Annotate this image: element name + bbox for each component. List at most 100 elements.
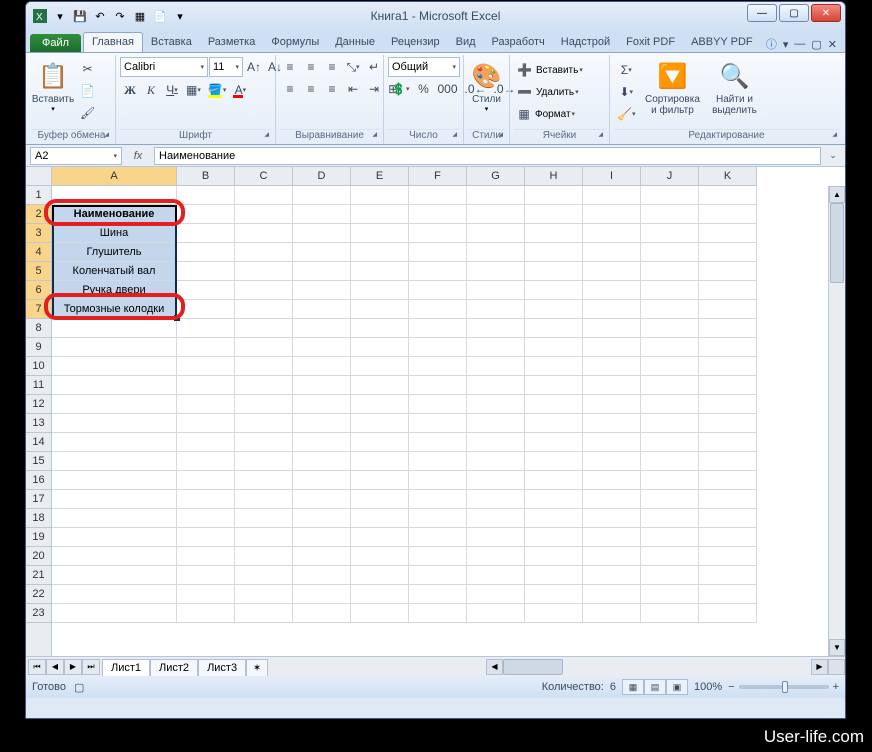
tab-abbyy[interactable]: ABBYY PDF — [683, 33, 761, 52]
cell[interactable] — [641, 433, 699, 452]
col-header-B[interactable]: B — [177, 167, 235, 185]
row-header[interactable]: 2 — [26, 205, 51, 224]
cell[interactable] — [235, 509, 293, 528]
cell[interactable] — [409, 262, 467, 281]
cell[interactable] — [409, 205, 467, 224]
tab-data[interactable]: Данные — [327, 33, 383, 52]
underline-button[interactable]: Ч▾ — [162, 80, 182, 100]
decrease-indent-icon[interactable]: ⇤ — [343, 79, 363, 99]
cell[interactable] — [467, 224, 525, 243]
find-select-button[interactable]: 🔍 Найти и выделить — [706, 57, 762, 125]
cell[interactable] — [177, 300, 235, 319]
row-header[interactable]: 14 — [26, 433, 51, 452]
cell[interactable] — [525, 604, 583, 623]
tab-review[interactable]: Рецензир — [383, 33, 448, 52]
align-center-icon[interactable]: ≡ — [301, 79, 321, 99]
cell[interactable] — [409, 528, 467, 547]
cell[interactable] — [525, 509, 583, 528]
cell[interactable] — [641, 490, 699, 509]
format-cells-icon[interactable]: ▦ — [514, 104, 534, 124]
cell[interactable] — [177, 604, 235, 623]
cell[interactable] — [583, 547, 641, 566]
cell[interactable] — [409, 186, 467, 205]
cell[interactable] — [235, 338, 293, 357]
cell[interactable]: Ручка двери — [52, 281, 177, 300]
cell[interactable] — [235, 528, 293, 547]
cell[interactable] — [409, 471, 467, 490]
cell[interactable] — [235, 243, 293, 262]
cell[interactable] — [641, 357, 699, 376]
cell[interactable] — [409, 490, 467, 509]
row-header[interactable]: 5 — [26, 262, 51, 281]
cell[interactable] — [583, 186, 641, 205]
cell[interactable] — [235, 205, 293, 224]
cell[interactable] — [467, 319, 525, 338]
cell[interactable] — [293, 547, 351, 566]
cell[interactable] — [641, 604, 699, 623]
row-header[interactable]: 8 — [26, 319, 51, 338]
scroll-up-icon[interactable]: ▲ — [829, 186, 845, 203]
cell[interactable] — [409, 547, 467, 566]
insert-cells-icon[interactable]: ➕ — [514, 60, 535, 80]
row-header[interactable]: 12 — [26, 395, 51, 414]
close-button[interactable]: ✕ — [811, 4, 841, 22]
cell[interactable] — [525, 528, 583, 547]
cell[interactable] — [177, 528, 235, 547]
cell[interactable] — [699, 585, 757, 604]
cell[interactable] — [583, 357, 641, 376]
cell[interactable] — [351, 604, 409, 623]
cell[interactable] — [467, 490, 525, 509]
cell[interactable] — [583, 243, 641, 262]
scroll-right-icon[interactable]: ▶ — [811, 659, 828, 675]
cell[interactable] — [641, 452, 699, 471]
cell[interactable] — [641, 205, 699, 224]
cut-icon[interactable]: ✂ — [77, 59, 98, 79]
col-header-K[interactable]: K — [699, 167, 757, 185]
align-middle-icon[interactable]: ≡ — [301, 57, 321, 77]
number-format-combo[interactable]: Общий▾ — [388, 57, 460, 77]
cell[interactable] — [177, 585, 235, 604]
cell[interactable] — [351, 490, 409, 509]
cell[interactable] — [641, 262, 699, 281]
view-normal-icon[interactable]: ▦ — [622, 679, 644, 695]
row-header[interactable]: 17 — [26, 490, 51, 509]
clear-icon[interactable]: 🧹▾ — [614, 104, 638, 124]
col-header-J[interactable]: J — [641, 167, 699, 185]
row-header[interactable]: 9 — [26, 338, 51, 357]
cell[interactable]: Глушитель — [52, 243, 177, 262]
cell[interactable] — [467, 528, 525, 547]
cell[interactable] — [409, 243, 467, 262]
cell[interactable] — [293, 395, 351, 414]
cell[interactable] — [525, 490, 583, 509]
formula-input[interactable]: Наименование — [154, 147, 821, 165]
cell[interactable] — [467, 471, 525, 490]
tab-formulas[interactable]: Формулы — [263, 33, 327, 52]
col-header-A[interactable]: A — [52, 167, 177, 185]
cell[interactable] — [177, 357, 235, 376]
cell[interactable] — [235, 281, 293, 300]
cell[interactable] — [177, 490, 235, 509]
cell[interactable] — [52, 414, 177, 433]
fill-color-button[interactable]: 🪣▾ — [205, 80, 229, 100]
cell[interactable] — [583, 205, 641, 224]
new-sheet-button[interactable]: ✶ — [246, 659, 268, 677]
cell[interactable] — [409, 357, 467, 376]
cell[interactable] — [351, 585, 409, 604]
row-header[interactable]: 20 — [26, 547, 51, 566]
cell[interactable] — [583, 528, 641, 547]
zoom-out-icon[interactable]: − — [728, 681, 734, 693]
cell[interactable] — [641, 186, 699, 205]
col-header-E[interactable]: E — [351, 167, 409, 185]
cell[interactable] — [641, 376, 699, 395]
file-tab[interactable]: Файл — [30, 34, 81, 52]
orientation-icon[interactable]: ⤡▾ — [343, 57, 363, 77]
cell[interactable] — [293, 490, 351, 509]
cell[interactable] — [409, 338, 467, 357]
cell[interactable] — [52, 585, 177, 604]
format-painter-icon[interactable]: 🖌 — [77, 103, 98, 123]
cell[interactable] — [525, 433, 583, 452]
cell[interactable] — [525, 414, 583, 433]
currency-icon[interactable]: 💲▾ — [388, 79, 412, 99]
doc-close-icon[interactable]: ✕ — [828, 38, 837, 51]
cell[interactable] — [583, 395, 641, 414]
